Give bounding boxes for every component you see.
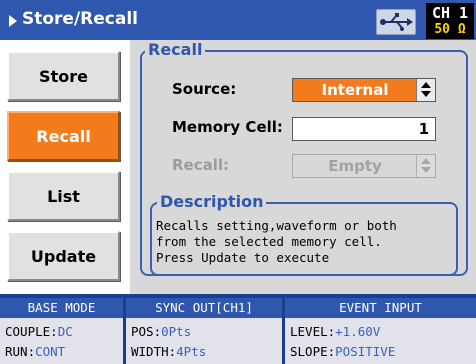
memory-cell-label: Memory Cell: xyxy=(172,118,283,136)
slope-value: POSITIVE xyxy=(335,344,396,359)
slope-label: SLOPE: xyxy=(290,344,336,359)
base-mode-panel[interactable]: BASE MODE COUPLE:DC RUN:CONT xyxy=(0,298,123,364)
channel-name: CH 1 xyxy=(431,4,469,22)
run-label: RUN: xyxy=(5,344,36,359)
pos-value: 0Pts xyxy=(161,324,192,339)
level-label: LEVEL: xyxy=(290,324,336,339)
pos-label: POS: xyxy=(131,324,162,339)
source-spin-icon[interactable] xyxy=(416,79,435,101)
couple-line: COUPLE:DC xyxy=(5,324,73,339)
source-select[interactable]: Internal xyxy=(292,78,436,102)
recall-label: Recall: xyxy=(172,156,230,174)
source-value: Internal xyxy=(321,81,389,99)
recall-button[interactable]: Recall xyxy=(7,111,120,161)
page-title: Store/Recall xyxy=(22,9,138,29)
description-line: Recalls setting,waveform or both xyxy=(156,218,397,233)
list-button[interactable]: List xyxy=(7,171,120,221)
sync-out-panel[interactable]: SYNC OUT[CH1] POS:0Pts WIDTH:4Pts xyxy=(126,298,282,364)
run-value: CONT xyxy=(35,344,66,359)
arrow-right-icon xyxy=(9,15,17,27)
description-text: Recalls setting,waveform or both from the… xyxy=(156,218,450,266)
update-button[interactable]: Update xyxy=(7,231,120,281)
memory-cell-value: 1 xyxy=(418,120,429,138)
couple-value: DC xyxy=(57,324,73,339)
level-value: +1.60V xyxy=(335,324,381,339)
channel-indicator[interactable]: CH 1 50 Ω xyxy=(426,3,474,39)
event-input-panel[interactable]: EVENT INPUT LEVEL:+1.60V SLOPE:POSITIVE xyxy=(285,298,476,364)
level-line: LEVEL:+1.60V xyxy=(290,324,380,339)
recall-group-legend: Recall xyxy=(145,40,206,59)
description-legend: Description xyxy=(157,192,267,211)
width-value: 4Pts xyxy=(176,344,207,359)
couple-label: COUPLE: xyxy=(5,324,58,339)
description-line: Press Update to execute xyxy=(156,250,330,265)
main-panel: Recall Source: Internal Memory Cell: 1 R… xyxy=(130,40,476,294)
recall-value: Empty xyxy=(328,157,382,175)
channel-impedance: 50 Ω xyxy=(434,22,466,37)
slope-line: SLOPE:POSITIVE xyxy=(290,344,395,359)
store-button[interactable]: Store xyxy=(7,51,120,101)
recall-select: Empty xyxy=(292,154,436,178)
width-line: WIDTH:4Pts xyxy=(131,344,206,359)
memory-cell-input[interactable]: 1 xyxy=(292,117,436,141)
status-bar: BASE MODE COUPLE:DC RUN:CONT SYNC OUT[CH… xyxy=(0,294,476,364)
sidebar: Store Recall List Update xyxy=(0,40,130,294)
source-label: Source: xyxy=(172,80,237,98)
width-label: WIDTH: xyxy=(131,344,177,359)
description-line: from the selected memory cell. xyxy=(156,234,382,249)
usb-icon xyxy=(376,9,416,35)
title-bar: Store/Recall CH 1 50 Ω xyxy=(0,0,476,40)
run-line: RUN:CONT xyxy=(5,344,65,359)
sync-out-header: SYNC OUT[CH1] xyxy=(126,298,282,318)
pos-line: POS:0Pts xyxy=(131,324,191,339)
base-mode-header: BASE MODE xyxy=(0,298,123,318)
event-input-header: EVENT INPUT xyxy=(285,298,476,318)
recall-spin-icon xyxy=(416,155,435,177)
